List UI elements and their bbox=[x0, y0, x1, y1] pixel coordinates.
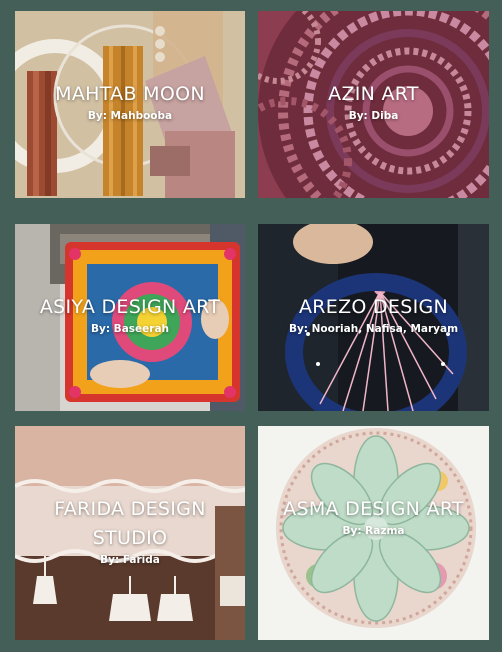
tile-asiya-design-art[interactable]: ASIYA DESIGN ART By: Baseerah bbox=[15, 224, 245, 411]
tile-farida-design-studio[interactable]: FARIDA DESIGN STUDIO By: Farida bbox=[15, 426, 245, 640]
tile-caption: MAHTAB MOON By: Mahbooba bbox=[15, 80, 245, 122]
tile-title: MAHTAB MOON bbox=[55, 83, 205, 105]
tile-byline: By: Diba bbox=[348, 110, 399, 122]
tile-caption: ASIYA DESIGN ART By: Baseerah bbox=[15, 293, 245, 335]
tile-byline: By: Nooriah, Nafisa, Maryam bbox=[288, 323, 459, 335]
tile-title: ASIYA DESIGN ART bbox=[39, 296, 221, 318]
tile-title: AZIN ART bbox=[328, 83, 419, 105]
tile-byline: By: Farida bbox=[100, 554, 160, 566]
tile-arezo-design[interactable]: AREZO DESIGN By: Nooriah, Nafisa, Maryam bbox=[258, 224, 489, 411]
tile-mahtab-moon[interactable]: MAHTAB MOON By: Mahbooba bbox=[15, 11, 245, 198]
tile-byline: By: Mahbooba bbox=[87, 110, 173, 122]
tile-byline: By: Baseerah bbox=[90, 323, 170, 335]
tile-caption: AZIN ART By: Diba bbox=[258, 80, 489, 122]
tile-azin-art[interactable]: AZIN ART By: Diba bbox=[258, 11, 489, 198]
tile-title: AREZO DESIGN bbox=[298, 296, 449, 318]
tile-caption: ASMA DESIGN ART By: Razma bbox=[258, 495, 489, 537]
tile-caption: FARIDA DESIGN STUDIO By: Farida bbox=[15, 495, 245, 566]
tile-caption: AREZO DESIGN By: Nooriah, Nafisa, Maryam bbox=[258, 293, 489, 335]
tile-asma-design-art[interactable]: ASMA DESIGN ART By: Razma bbox=[258, 426, 489, 640]
tile-title: ASMA DESIGN ART bbox=[283, 498, 464, 520]
tile-byline: By: Razma bbox=[342, 525, 405, 537]
tile-title: FARIDA DESIGN STUDIO bbox=[54, 498, 206, 549]
